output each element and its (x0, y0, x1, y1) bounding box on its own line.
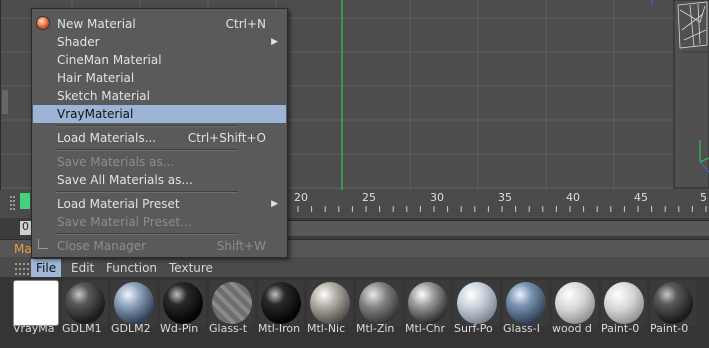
menu-item-close-manager[interactable]: Close Manager Shift+W (33, 237, 286, 255)
menubar-grip-icon[interactable] (15, 263, 29, 275)
tick-label: 45 (634, 191, 648, 204)
material-preview-icon (65, 282, 105, 324)
material-name: Wd-Pin (160, 322, 199, 335)
menu-separator (56, 125, 238, 127)
material-manager-title: Ma (14, 242, 32, 256)
submenu-arrow-icon: ▶ (271, 37, 278, 47)
frame-field-value: 0 (22, 220, 29, 233)
material-name: Mtl-Chr (405, 322, 446, 335)
material-preview-icon (506, 282, 546, 324)
material-name: Mtl-Iron (258, 322, 301, 335)
menu-item-cineman-material[interactable]: CineMan Material (33, 51, 286, 69)
material-name: Mtl-Zin (356, 322, 395, 335)
menu-item-label: Save All Materials as... (57, 173, 193, 187)
menu-item-label: Hair Material (57, 71, 135, 85)
menu-item-label: Shader (57, 35, 100, 49)
material-thumbnail[interactable]: Paint-0 (601, 280, 647, 338)
material-swatch (13, 280, 59, 326)
menu-item-shortcut: Ctrl+N (225, 17, 266, 31)
menu-item-new-material[interactable]: New Material Ctrl+N (33, 15, 286, 33)
menu-texture[interactable]: Texture (164, 259, 218, 277)
material-preview-icon (604, 282, 644, 324)
material-preview-icon (555, 282, 595, 324)
menu-item-sketch-material[interactable]: Sketch Material (33, 87, 286, 105)
material-preview-icon (212, 282, 252, 324)
material-preview-icon (163, 282, 203, 324)
tick-label: 20 (294, 191, 308, 204)
material-thumbnail[interactable]: GDLM1 (62, 280, 108, 338)
menu-item-label: Close Manager (57, 239, 147, 253)
menu-edit[interactable]: Edit (66, 259, 99, 277)
menu-item-label: Sketch Material (57, 89, 150, 103)
menu-item-shortcut: Shift+W (216, 239, 266, 253)
timeline-scrollbar[interactable] (288, 220, 709, 236)
menu-item-label: Save Material Preset... (57, 215, 192, 229)
material-preview-icon (261, 282, 301, 324)
material-name: GDLM2 (111, 322, 151, 335)
close-manager-icon (38, 239, 48, 249)
menu-item-save-all-materials-as[interactable]: Save All Materials as... (33, 171, 286, 189)
menu-file[interactable]: File (31, 259, 62, 277)
tick-label: 30 (430, 191, 444, 204)
material-name: Glass-t (209, 322, 248, 335)
material-thumbnail[interactable]: Mtl-Nic (307, 280, 353, 338)
menu-item-label: CineMan Material (57, 53, 162, 67)
menu-item-label: VrayMaterial (57, 107, 134, 121)
material-name: Glass-I (503, 322, 540, 335)
menu-separator (56, 233, 238, 235)
menu-item-load-material-preset[interactable]: Load Material Preset ▶ (33, 195, 286, 213)
material-name: wood d (552, 322, 592, 335)
material-name: Paint-0 (650, 322, 689, 335)
menu-item-label: New Material (57, 17, 136, 31)
menu-separator (56, 191, 238, 193)
menu-item-hair-material[interactable]: Hair Material (33, 69, 286, 87)
submenu-arrow-icon: ▶ (271, 199, 278, 209)
menu-item-save-materials-as[interactable]: Save Materials as... (33, 153, 286, 171)
tick-label: 35 (498, 191, 512, 204)
material-thumbnail[interactable]: VrayMa (13, 280, 59, 338)
material-preview-icon (114, 282, 154, 324)
material-name: VrayMa (13, 322, 55, 335)
material-thumbnail[interactable]: Paint-0 (650, 280, 696, 338)
material-preview-icon (457, 282, 497, 324)
timeline-grip-icon[interactable] (10, 196, 16, 210)
menu-item-label: Load Materials... (57, 131, 157, 145)
material-thumbnail[interactable]: Mtl-Chr (405, 280, 451, 338)
tick-label: 5 (700, 191, 707, 204)
tick-label: 25 (362, 191, 376, 204)
material-thumbnail[interactable]: Glass-I (503, 280, 549, 338)
material-name: Paint-0 (601, 322, 640, 335)
menu-item-label: Save Materials as... (57, 155, 175, 169)
material-preview-icon (408, 282, 448, 324)
material-thumbnail[interactable]: wood d (552, 280, 598, 338)
material-preview-icon (359, 282, 399, 324)
material-preview-icon (310, 282, 350, 324)
menu-item-load-materials[interactable]: Load Materials... Ctrl+Shift+O (33, 129, 286, 147)
material-thumbnail[interactable]: GDLM2 (111, 280, 157, 338)
tick-label: 40 (566, 191, 580, 204)
menu-item-shortcut: Ctrl+Shift+O (187, 131, 266, 145)
material-name: Surf-Po (454, 322, 493, 335)
current-frame-marker[interactable] (20, 193, 30, 209)
material-thumbnail[interactable]: Mtl-Zin (356, 280, 402, 338)
material-preview-icon (653, 282, 693, 324)
material-thumbnail[interactable]: Mtl-Iron (258, 280, 304, 338)
menu-item-shader[interactable]: Shader ▶ (33, 33, 286, 51)
material-thumbnail[interactable]: Wd-Pin (160, 280, 206, 338)
material-name: Mtl-Nic (307, 322, 346, 335)
material-thumbnail[interactable]: Glass-t (209, 280, 255, 338)
menu-item-vraymaterial[interactable]: VrayMaterial (33, 105, 286, 123)
menu-function[interactable]: Function (101, 259, 162, 277)
material-name: GDLM1 (62, 322, 102, 335)
material-thumbnail[interactable]: Surf-Po (454, 280, 500, 338)
menu-item-save-material-preset[interactable]: Save Material Preset... (33, 213, 286, 231)
menu-item-label: Load Material Preset (57, 197, 180, 211)
menu-separator (56, 149, 238, 151)
